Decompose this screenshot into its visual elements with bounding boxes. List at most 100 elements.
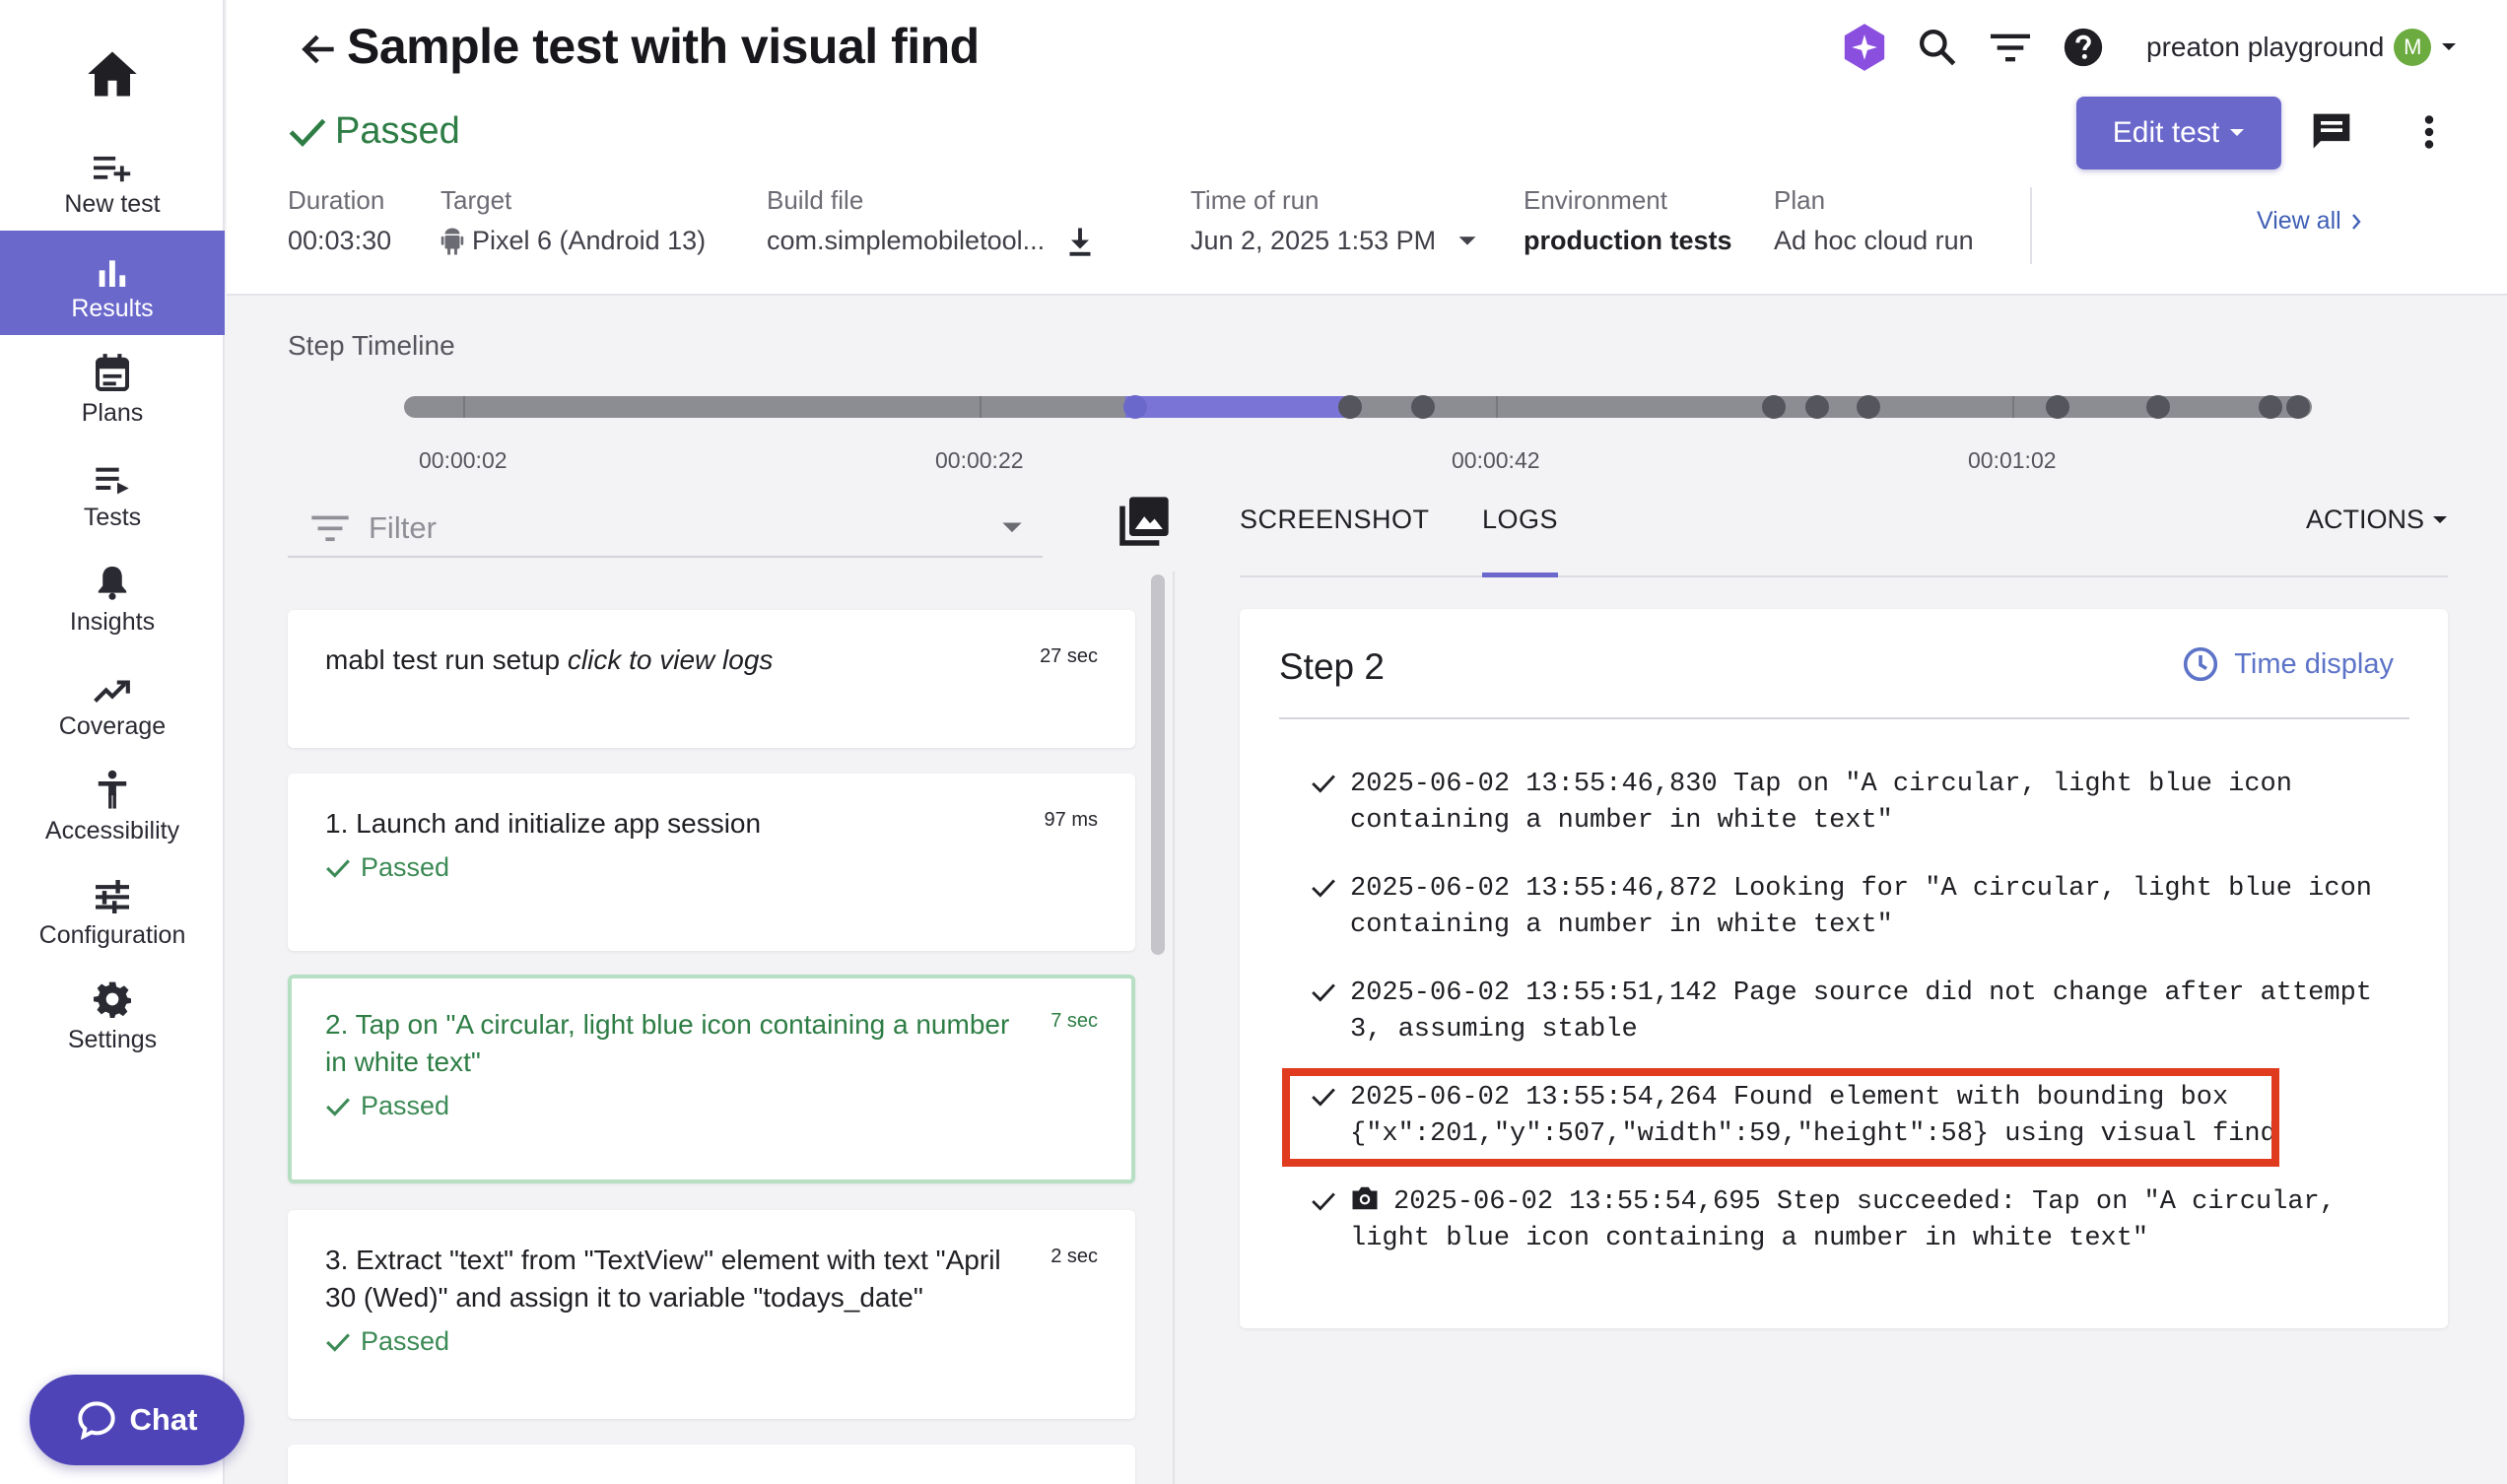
view-all-link[interactable]: View all bbox=[2257, 207, 2361, 236]
check-icon bbox=[326, 858, 350, 878]
trending-up-icon bbox=[94, 679, 131, 705]
comments-button[interactable] bbox=[2308, 108, 2355, 156]
search-icon bbox=[1920, 30, 1956, 66]
sidebar-item-new-test[interactable]: New test bbox=[0, 126, 225, 231]
sparkle-icon bbox=[1844, 24, 1885, 71]
meta-label: Duration bbox=[288, 185, 385, 215]
filter-placeholder: Filter bbox=[369, 510, 437, 545]
meta-environment: Environment production tests bbox=[1524, 185, 1732, 256]
sidebar-item-label: Tests bbox=[83, 504, 142, 531]
step-status: Passed bbox=[325, 1326, 1098, 1357]
sidebar-item-plans[interactable]: Plans bbox=[0, 335, 225, 439]
meta-build-file: Build file com.simplemobiletool... bbox=[767, 185, 1094, 256]
divider bbox=[1279, 717, 2409, 719]
meta-plan: Plan Ad hoc cloud run bbox=[1774, 185, 1974, 256]
filter-button[interactable] bbox=[1989, 26, 2032, 69]
help-button[interactable] bbox=[2062, 26, 2105, 69]
download-icon[interactable] bbox=[1066, 227, 1094, 256]
step-card-2[interactable]: 2. Tap on "A circular, light blue icon c… bbox=[288, 975, 1135, 1183]
step-card-setup[interactable]: mabl test run setup click to view logs 2… bbox=[288, 610, 1135, 748]
sidebar-item-label: New test bbox=[64, 190, 161, 218]
step-filter-input[interactable]: Filter bbox=[288, 501, 1043, 558]
search-button[interactable] bbox=[1916, 26, 1959, 69]
meta-target: Target Pixel 6 (Android 13) bbox=[440, 185, 706, 256]
step-duration: 97 ms bbox=[1044, 809, 1098, 831]
chat-button[interactable]: Chat bbox=[30, 1375, 244, 1465]
detail-tabs: SCREENSHOT LOGS ACTIONS bbox=[1240, 489, 2448, 577]
page-title: Sample test with visual find bbox=[347, 19, 980, 74]
timeline-step-marker[interactable] bbox=[2286, 395, 2310, 419]
timeline-step-marker[interactable] bbox=[2046, 395, 2069, 419]
step-timeline[interactable] bbox=[404, 395, 2312, 419]
sidebar-item-insights[interactable]: Insights bbox=[0, 544, 225, 648]
more-options-button[interactable] bbox=[2409, 108, 2449, 156]
step-status-label: Passed bbox=[361, 1091, 450, 1120]
timeline-step-marker[interactable] bbox=[2259, 395, 2282, 419]
screenshot-gallery-button[interactable] bbox=[1116, 495, 1171, 550]
caret-down-icon bbox=[2230, 129, 2245, 136]
step-card-3[interactable]: 3. Extract "text" from "TextView" elemen… bbox=[288, 1210, 1135, 1419]
log-step-title: Step 2 bbox=[1279, 646, 1385, 687]
time-display-label: Time display bbox=[2234, 647, 2394, 680]
actions-menu-button[interactable]: ACTIONS bbox=[2306, 505, 2448, 535]
timeline-step-marker[interactable] bbox=[1123, 395, 1147, 419]
sidebar-item-settings[interactable]: Settings bbox=[0, 962, 225, 1066]
timeline-step-marker[interactable] bbox=[1805, 395, 1829, 419]
step-status: Passed bbox=[325, 1091, 1098, 1121]
results-icon bbox=[98, 257, 127, 287]
android-icon bbox=[440, 228, 464, 254]
timeline-label: 00:01:02 bbox=[1968, 447, 2057, 473]
sidebar-item-tests[interactable]: Tests bbox=[0, 439, 225, 544]
timeline-label: 00:00:22 bbox=[935, 447, 1024, 473]
sidebar-item-results[interactable]: Results bbox=[0, 231, 225, 335]
step-card-4[interactable] bbox=[288, 1445, 1135, 1484]
timeline-step-marker[interactable] bbox=[1338, 395, 1362, 419]
test-status-label: Passed bbox=[335, 110, 460, 152]
clock-icon bbox=[2184, 646, 2218, 682]
edit-test-button[interactable]: Edit test bbox=[2076, 97, 2281, 169]
log-entry-highlighted: 2025-06-02 13:55:54,264 Found element wi… bbox=[1311, 1080, 2405, 1153]
timeline-step-marker[interactable] bbox=[2146, 395, 2170, 419]
more-vertical-icon bbox=[2424, 115, 2434, 149]
filter-icon bbox=[311, 515, 349, 542]
time-of-run-select[interactable]: Jun 2, 2025 1:53 PM bbox=[1190, 226, 1477, 256]
log-text: 2025-06-02 13:55:51,142 Page source did … bbox=[1350, 978, 2372, 1045]
ai-assistant-button[interactable] bbox=[1843, 24, 1886, 71]
log-text: 2025-06-02 13:55:46,830 Tap on "A circul… bbox=[1350, 770, 2292, 836]
back-button[interactable] bbox=[298, 28, 341, 71]
time-display-toggle[interactable]: Time display bbox=[2183, 646, 2394, 682]
sidebar-item-label: Coverage bbox=[58, 712, 167, 740]
chevron-right-icon bbox=[2351, 213, 2361, 230]
view-logs-link[interactable]: click to view logs bbox=[568, 644, 774, 675]
page-header: Sample test with visual find Passed prea… bbox=[227, 0, 2507, 296]
workspace-switcher[interactable]: preaton playground M bbox=[2146, 29, 2457, 66]
check-icon bbox=[1312, 983, 1335, 1002]
tab-screenshot[interactable]: SCREENSHOT bbox=[1240, 505, 1430, 577]
timeline-tick bbox=[2012, 396, 2014, 418]
timeline-step-marker[interactable] bbox=[1762, 395, 1786, 419]
panel-divider bbox=[1173, 572, 1175, 1484]
steps-scrollbar[interactable] bbox=[1151, 574, 1165, 955]
step-card-1[interactable]: 1. Launch and initialize app session 97 … bbox=[288, 774, 1135, 951]
timeline-step-marker[interactable] bbox=[1411, 395, 1435, 419]
sidebar-item-configuration[interactable]: Configuration bbox=[0, 857, 225, 962]
log-entry: 2025-06-02 13:55:54,695 Step succeeded: … bbox=[1311, 1184, 2405, 1257]
timeline-step-marker[interactable] bbox=[1857, 395, 1880, 419]
check-icon bbox=[1312, 1088, 1335, 1107]
target-device: Pixel 6 (Android 13) bbox=[472, 226, 707, 255]
step-duration: 2 sec bbox=[1050, 1246, 1098, 1267]
sidebar-item-label: Plans bbox=[81, 399, 144, 427]
log-text: 2025-06-02 13:55:54,695 Step succeeded: … bbox=[1350, 1187, 2336, 1253]
sidebar-item-coverage[interactable]: Coverage bbox=[0, 648, 225, 753]
tab-logs[interactable]: LOGS bbox=[1482, 505, 1559, 577]
meta-duration: Duration 00:03:30 bbox=[288, 185, 391, 256]
sidebar-item-accessibility[interactable]: Accessibility bbox=[0, 753, 225, 857]
home-button[interactable] bbox=[0, 30, 225, 118]
camera-icon[interactable] bbox=[1350, 1185, 1380, 1211]
timeline-label: 00:00:42 bbox=[1452, 447, 1540, 473]
log-text: 2025-06-02 13:55:46,872 Looking for "A c… bbox=[1350, 874, 2372, 940]
tests-icon bbox=[96, 466, 129, 496]
caret-down-icon[interactable] bbox=[1001, 521, 1023, 535]
step-status-label: Passed bbox=[361, 852, 450, 882]
log-text-with-screenshot: 2025-06-02 13:55:54,695 Step succeeded: … bbox=[1350, 1184, 2336, 1257]
